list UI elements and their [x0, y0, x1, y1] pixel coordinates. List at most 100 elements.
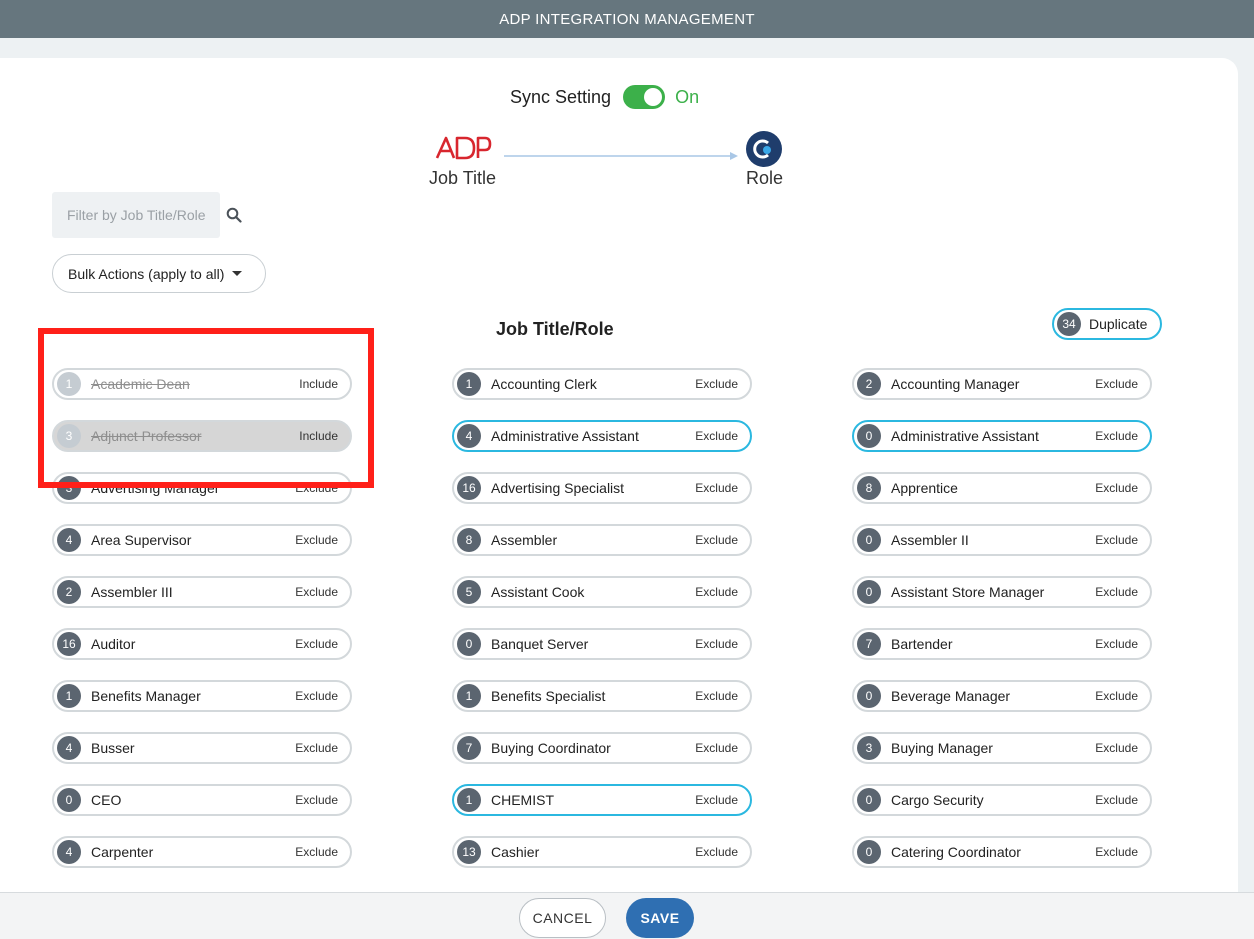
include-exclude-toggle[interactable]: Exclude: [695, 481, 738, 495]
job-title-item[interactable]: 2 Accounting Manager Exclude: [852, 368, 1152, 400]
employee-count-badge: 0: [857, 528, 881, 552]
include-exclude-toggle[interactable]: Exclude: [1095, 533, 1138, 547]
job-title-item[interactable]: 0 Banquet Server Exclude: [452, 628, 752, 660]
search-icon[interactable]: [226, 207, 242, 223]
job-title-item[interactable]: 0 Administrative Assistant Exclude: [852, 420, 1152, 452]
employee-count-badge: 2: [57, 580, 81, 604]
job-title-name: Accounting Manager: [891, 376, 1020, 392]
job-title-name: Auditor: [91, 636, 136, 652]
job-title-item[interactable]: 4 Administrative Assistant Exclude: [452, 420, 752, 452]
toggle-knob: [644, 88, 663, 106]
save-button[interactable]: SAVE: [626, 898, 694, 938]
job-title-item[interactable]: 0 Assembler II Exclude: [852, 524, 1152, 556]
employee-count-badge: 0: [857, 840, 881, 864]
include-exclude-toggle[interactable]: Exclude: [695, 429, 738, 443]
employee-count-badge: 16: [57, 632, 81, 656]
chevron-down-icon: [232, 271, 243, 276]
job-title-item[interactable]: 16 Advertising Specialist Exclude: [452, 472, 752, 504]
job-title-name: Bartender: [891, 636, 953, 652]
job-title-name: CEO: [91, 792, 122, 808]
employee-count-badge: 1: [57, 684, 81, 708]
include-exclude-toggle[interactable]: Exclude: [295, 637, 338, 651]
include-exclude-toggle[interactable]: Exclude: [1095, 637, 1138, 651]
employee-count-badge: 0: [857, 684, 881, 708]
job-title-name: Advertising Specialist: [491, 480, 625, 496]
include-exclude-toggle[interactable]: Exclude: [695, 585, 738, 599]
include-exclude-toggle[interactable]: Exclude: [1095, 377, 1138, 391]
job-title-name: Assistant Cook: [491, 584, 585, 600]
include-exclude-toggle[interactable]: Exclude: [295, 585, 338, 599]
job-title-item[interactable]: 4 Area Supervisor Exclude: [52, 524, 352, 556]
job-title-name: Busser: [91, 740, 135, 756]
section-title: Job Title/Role: [496, 319, 614, 339]
field-mapping: Job Title Role: [420, 128, 800, 192]
include-exclude-toggle[interactable]: Exclude: [1095, 845, 1138, 859]
highlight-box: [38, 328, 374, 488]
job-title-name: Banquet Server: [491, 636, 589, 652]
employee-count-badge: 0: [857, 788, 881, 812]
job-title-name: Administrative Assistant: [891, 428, 1039, 444]
job-title-item[interactable]: 7 Buying Coordinator Exclude: [452, 732, 752, 764]
employee-count-badge: 4: [57, 736, 81, 760]
include-exclude-toggle[interactable]: Exclude: [295, 689, 338, 703]
include-exclude-toggle[interactable]: Exclude: [1095, 481, 1138, 495]
include-exclude-toggle[interactable]: Exclude: [1095, 741, 1138, 755]
source-field-label: Job Title: [429, 168, 497, 188]
job-title-item[interactable]: 0 Catering Coordinator Exclude: [852, 836, 1152, 868]
filter-input[interactable]: [52, 192, 220, 238]
include-exclude-toggle[interactable]: Exclude: [695, 793, 738, 807]
job-title-item[interactable]: 2 Assembler III Exclude: [52, 576, 352, 608]
job-title-item[interactable]: 1 Accounting Clerk Exclude: [452, 368, 752, 400]
job-title-item[interactable]: 8 Apprentice Exclude: [852, 472, 1152, 504]
job-title-item[interactable]: 13 Cashier Exclude: [452, 836, 752, 868]
job-title-name: Benefits Specialist: [491, 688, 606, 704]
employee-count-badge: 13: [457, 840, 481, 864]
sync-setting: Sync Setting On: [510, 84, 699, 110]
include-exclude-toggle[interactable]: Exclude: [1095, 793, 1138, 807]
job-title-name: Buying Manager: [891, 740, 993, 756]
job-title-item[interactable]: 1 CHEMIST Exclude: [452, 784, 752, 816]
include-exclude-toggle[interactable]: Exclude: [295, 793, 338, 807]
job-title-item[interactable]: 3 Buying Manager Exclude: [852, 732, 1152, 764]
include-exclude-toggle[interactable]: Exclude: [295, 533, 338, 547]
job-title-name: Carpenter: [91, 844, 154, 860]
include-exclude-toggle[interactable]: Exclude: [1095, 689, 1138, 703]
include-exclude-toggle[interactable]: Exclude: [1095, 429, 1138, 443]
employee-count-badge: 1: [457, 372, 481, 396]
job-title-item[interactable]: 0 Cargo Security Exclude: [852, 784, 1152, 816]
job-title-item[interactable]: 0 CEO Exclude: [52, 784, 352, 816]
sync-toggle[interactable]: [623, 85, 666, 109]
include-exclude-toggle[interactable]: Exclude: [695, 741, 738, 755]
include-exclude-toggle[interactable]: Exclude: [695, 533, 738, 547]
duplicate-count: 34: [1057, 312, 1081, 336]
job-title-item[interactable]: 4 Carpenter Exclude: [52, 836, 352, 868]
cancel-button[interactable]: CANCEL: [519, 898, 606, 938]
job-title-item[interactable]: 1 Benefits Manager Exclude: [52, 680, 352, 712]
job-title-item[interactable]: 0 Assistant Store Manager Exclude: [852, 576, 1152, 608]
job-title-item[interactable]: 1 Benefits Specialist Exclude: [452, 680, 752, 712]
job-title-item[interactable]: 5 Assistant Cook Exclude: [452, 576, 752, 608]
include-exclude-toggle[interactable]: Exclude: [695, 689, 738, 703]
job-title-item[interactable]: 4 Busser Exclude: [52, 732, 352, 764]
job-title-item[interactable]: 0 Beverage Manager Exclude: [852, 680, 1152, 712]
job-title-item[interactable]: 8 Assembler Exclude: [452, 524, 752, 556]
duplicate-label: Duplicate: [1089, 316, 1148, 332]
bulk-actions-dropdown[interactable]: Bulk Actions (apply to all): [52, 254, 266, 293]
include-exclude-toggle[interactable]: Exclude: [695, 637, 738, 651]
adp-logo: [435, 136, 492, 160]
employee-count-badge: 8: [857, 476, 881, 500]
job-title-name: Assistant Store Manager: [891, 584, 1045, 600]
target-field-label: Role: [746, 168, 784, 188]
include-exclude-toggle[interactable]: Exclude: [1095, 585, 1138, 599]
include-exclude-toggle[interactable]: Exclude: [695, 845, 738, 859]
employee-count-badge: 8: [457, 528, 481, 552]
job-title-name: Cashier: [491, 844, 540, 860]
include-exclude-toggle[interactable]: Exclude: [695, 377, 738, 391]
job-title-item[interactable]: 7 Bartender Exclude: [852, 628, 1152, 660]
job-title-name: Assembler: [491, 532, 558, 548]
job-title-name: Beverage Manager: [891, 688, 1011, 704]
duplicate-badge[interactable]: 34 Duplicate: [1052, 308, 1162, 340]
job-title-item[interactable]: 16 Auditor Exclude: [52, 628, 352, 660]
include-exclude-toggle[interactable]: Exclude: [295, 845, 338, 859]
include-exclude-toggle[interactable]: Exclude: [295, 741, 338, 755]
